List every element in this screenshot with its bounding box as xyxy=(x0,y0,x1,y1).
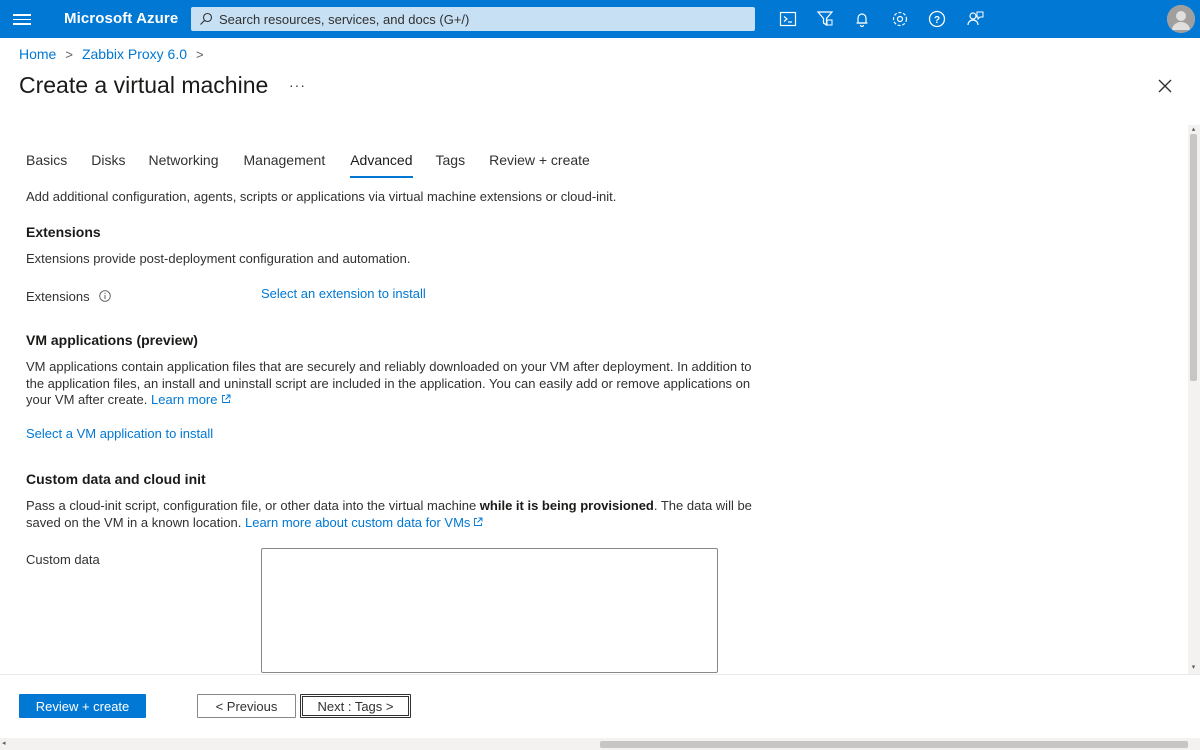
info-icon[interactable] xyxy=(99,290,111,302)
select-extension-link[interactable]: Select an extension to install xyxy=(261,286,426,303)
vm-apps-learn-more-link[interactable]: Learn more xyxy=(151,392,217,407)
feedback-icon[interactable] xyxy=(965,9,985,29)
custom-data-field-label: Custom data xyxy=(26,552,100,567)
scroll-up-arrow-icon[interactable]: ▴ xyxy=(1190,125,1197,133)
tab-disks[interactable]: Disks xyxy=(91,152,125,178)
svg-text:?: ? xyxy=(934,15,940,26)
search-icon xyxy=(200,12,213,25)
page-title: Create a virtual machine xyxy=(19,72,269,98)
extensions-field-label: Extensions xyxy=(26,289,111,306)
more-options-icon[interactable]: ··· xyxy=(289,77,306,93)
close-icon[interactable] xyxy=(1157,78,1173,94)
wizard-footer: Review + create < Previous Next : Tags > xyxy=(0,674,1200,738)
breadcrumb-home[interactable]: Home xyxy=(19,46,56,62)
extensions-label-text: Extensions xyxy=(26,289,90,304)
vm-applications-description: VM applications contain application file… xyxy=(26,359,752,409)
vm-applications-line-3: your VM after create. Learn more xyxy=(26,392,752,409)
custom-data-heading: Custom data and cloud init xyxy=(26,471,206,487)
tab-management[interactable]: Management xyxy=(244,152,326,178)
tab-networking[interactable]: Networking xyxy=(148,152,218,178)
custom-data-line-1-prefix: Pass a cloud-init script, configuration … xyxy=(26,498,480,513)
scroll-left-arrow-icon[interactable]: ◂ xyxy=(2,739,6,747)
top-bar: Microsoft Azure ? xyxy=(0,0,1200,38)
extensions-description: Extensions provide post-deployment confi… xyxy=(26,251,411,266)
hamburger-menu-icon[interactable] xyxy=(13,11,31,27)
advanced-intro: Add additional configuration, agents, sc… xyxy=(26,189,617,204)
chevron-right-icon: > xyxy=(65,46,73,62)
vm-applications-line-2: the application files, an install and un… xyxy=(26,375,751,391)
tab-review-create[interactable]: Review + create xyxy=(489,152,590,178)
tab-basics[interactable]: Basics xyxy=(26,152,67,178)
next-tags-button[interactable]: Next : Tags > xyxy=(300,694,411,718)
vertical-scroll-thumb[interactable] xyxy=(1190,134,1197,381)
cloud-shell-icon[interactable] xyxy=(778,9,798,29)
settings-icon[interactable] xyxy=(890,9,910,29)
help-icon[interactable]: ? xyxy=(927,9,947,29)
external-link-icon xyxy=(474,517,483,526)
tab-tags[interactable]: Tags xyxy=(436,152,466,178)
custom-data-description: Pass a cloud-init script, configuration … xyxy=(26,498,752,531)
notifications-icon[interactable] xyxy=(852,9,872,29)
search-input[interactable] xyxy=(219,7,755,31)
horizontal-scrollbar[interactable]: ◂ xyxy=(0,738,1200,750)
vm-applications-heading: VM applications (preview) xyxy=(26,332,198,348)
horizontal-scroll-thumb[interactable] xyxy=(600,741,1188,748)
custom-data-textarea[interactable] xyxy=(261,548,718,673)
tab-advanced[interactable]: Advanced xyxy=(350,152,413,178)
chevron-right-icon: > xyxy=(196,46,204,62)
custom-data-line-1-suffix: . The data will be xyxy=(653,498,752,513)
global-search[interactable] xyxy=(191,7,755,31)
external-link-icon xyxy=(221,394,230,403)
custom-data-learn-more-link[interactable]: Learn more about custom data for VMs xyxy=(245,515,470,530)
wizard-tabs: Basics Disks Networking Management Advan… xyxy=(26,152,615,178)
directory-filter-icon[interactable] xyxy=(815,9,835,29)
user-avatar[interactable] xyxy=(1167,5,1195,33)
custom-data-line-1-bold: while it is being provisioned xyxy=(479,498,654,513)
custom-data-line-2-text: saved on the VM in a known location. xyxy=(26,514,242,530)
breadcrumb: Home > Zabbix Proxy 6.0 > xyxy=(19,46,213,62)
vm-applications-line-3-text: your VM after create. xyxy=(26,392,148,407)
scroll-down-arrow-icon[interactable]: ▾ xyxy=(1190,663,1197,671)
review-create-button[interactable]: Review + create xyxy=(19,694,146,718)
custom-data-line-1: Pass a cloud-init script, configuration … xyxy=(26,498,752,515)
select-vm-application-link[interactable]: Select a VM application to install xyxy=(26,426,213,443)
vm-applications-line-1: VM applications contain application file… xyxy=(26,359,752,374)
extensions-heading: Extensions xyxy=(26,224,101,240)
previous-button[interactable]: < Previous xyxy=(197,694,296,718)
custom-data-line-2: saved on the VM in a known location. Lea… xyxy=(26,515,752,532)
breadcrumb-zabbix-proxy[interactable]: Zabbix Proxy 6.0 xyxy=(82,46,187,62)
portal-brand[interactable]: Microsoft Azure xyxy=(64,10,178,27)
vertical-scrollbar[interactable]: ▴ ▾ xyxy=(1188,125,1200,674)
